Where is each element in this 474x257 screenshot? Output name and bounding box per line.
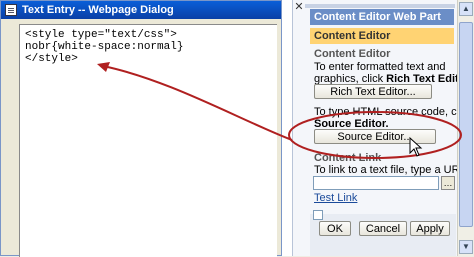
- source-editor-description: To type HTML source code, click Source E…: [314, 106, 473, 130]
- scroll-up-icon[interactable]: ▲: [459, 2, 473, 16]
- code-line: </style>: [25, 53, 78, 65]
- vertical-scrollbar[interactable]: ▲ ▼: [457, 0, 474, 256]
- rich-text-editor-button[interactable]: Rich Text Editor...: [314, 84, 432, 99]
- scroll-down-icon[interactable]: ▼: [459, 240, 473, 254]
- apply-button[interactable]: Apply: [410, 221, 450, 236]
- section-header[interactable]: Content Editor: [310, 28, 454, 44]
- rich-desc-line: To enter formatted text and: [314, 61, 446, 73]
- dialog-title: Text Entry -- Webpage Dialog: [22, 4, 174, 16]
- code-line: <style type="text/css">: [25, 29, 177, 41]
- test-link[interactable]: Test Link: [314, 192, 357, 204]
- browse-button[interactable]: …: [441, 176, 455, 190]
- dialog-titlebar[interactable]: Text Entry -- Webpage Dialog: [1, 1, 281, 19]
- html-text-area[interactable]: <style type="text/css"> nobr{white-space:…: [19, 24, 277, 257]
- ok-button[interactable]: OK: [319, 221, 351, 236]
- text-entry-dialog: Text Entry -- Webpage Dialog <style type…: [0, 0, 282, 257]
- content-editor-label: Content Editor: [314, 48, 391, 60]
- link-description: To link to a text file, type a URL.: [314, 164, 469, 176]
- cancel-button[interactable]: Cancel: [359, 221, 407, 236]
- option-checkbox[interactable]: [313, 210, 323, 220]
- pane-header-bar: [305, 4, 455, 8]
- close-icon[interactable]: ✕: [292, 0, 306, 14]
- content-link-input[interactable]: [313, 176, 439, 190]
- rich-text-description: To enter formatted text and graphics, cl…: [314, 61, 472, 85]
- source-desc-line: To type HTML source code, click: [314, 106, 473, 118]
- web-part-title: Content Editor Web Part: [310, 9, 454, 25]
- code-content: <style type="text/css"> nobr{white-space:…: [25, 29, 183, 65]
- content-link-label: Content Link: [314, 152, 382, 164]
- document-icon: [5, 4, 17, 16]
- source-editor-button[interactable]: Source Editor...: [314, 129, 436, 144]
- scrollbar-thumb[interactable]: [459, 22, 473, 227]
- separator: [282, 0, 292, 256]
- code-line: nobr{white-space:normal}: [25, 41, 184, 53]
